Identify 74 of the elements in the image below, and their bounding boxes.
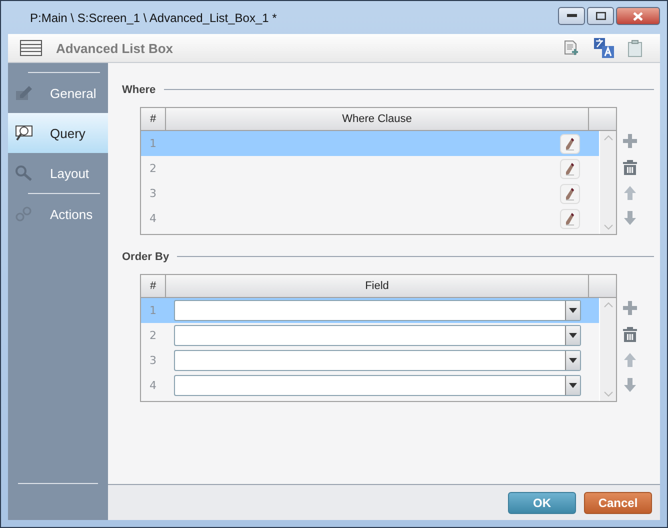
edit-button[interactable] (560, 158, 580, 178)
up-arrow-icon[interactable] (624, 186, 636, 200)
sidebar-item[interactable]: Actions (8, 194, 108, 234)
ok-button[interactable]: OK (508, 492, 576, 514)
down-arrow-icon[interactable] (624, 211, 636, 225)
trash-icon[interactable] (623, 159, 637, 175)
field-dropdown[interactable] (174, 375, 581, 396)
magnifier-icon (15, 165, 33, 181)
table-row[interactable]: 1 (141, 298, 599, 323)
caret-icon (569, 358, 577, 363)
minimize-button[interactable] (558, 7, 585, 25)
table-row[interactable]: 3 (141, 181, 599, 206)
add-icon[interactable] (623, 134, 637, 148)
table-row[interactable]: 2 (141, 323, 599, 348)
clipboard-icon[interactable] (628, 40, 642, 56)
scrollbar[interactable] (599, 298, 616, 401)
dialog-title: Advanced List Box (56, 40, 174, 56)
window-title: P:Main \ S:Screen_1 \ Advanced_List_Box_1 * (30, 10, 278, 24)
link-icon (15, 206, 33, 222)
translate-icon[interactable] (594, 38, 614, 58)
row-number: 4 (148, 379, 158, 392)
cancel-button[interactable]: Cancel (584, 492, 652, 514)
up-arrow-icon[interactable] (624, 353, 636, 367)
sidebar-item[interactable]: General (8, 73, 108, 113)
query-icon (15, 125, 33, 141)
table-row[interactable]: 1 (141, 131, 599, 156)
row-number: 4 (148, 212, 158, 225)
row-number: 1 (148, 304, 158, 317)
edit-button[interactable] (560, 184, 580, 204)
table-row[interactable]: 3 (141, 348, 599, 373)
caret-icon (569, 333, 577, 338)
pencil-icon (565, 136, 575, 150)
down-arrow-icon[interactable] (624, 378, 636, 392)
row-number: 1 (148, 137, 158, 150)
close-button[interactable] (616, 7, 660, 25)
table-row[interactable]: 4 (141, 206, 599, 231)
section-title: Where (122, 84, 156, 96)
row-number: 3 (148, 354, 158, 367)
row-number: 2 (148, 162, 158, 175)
pencil-box-icon (15, 85, 33, 101)
maximize-button[interactable] (587, 7, 614, 25)
field-dropdown[interactable] (174, 325, 581, 346)
table-row[interactable]: 2 (141, 156, 599, 181)
pencil-icon (565, 162, 575, 176)
close-icon (633, 12, 643, 20)
trash-icon[interactable] (623, 326, 637, 342)
column-header: Where Clause (166, 108, 589, 130)
maximize-icon (596, 12, 606, 20)
row-number: 2 (148, 329, 158, 342)
section-title: Order By (122, 250, 170, 262)
column-header: # (141, 108, 166, 130)
scroll-down-icon[interactable] (604, 224, 612, 230)
minimize-icon (566, 14, 576, 18)
caret-icon (569, 383, 577, 388)
table-row[interactable]: 4 (141, 373, 599, 398)
edit-button[interactable] (560, 208, 580, 228)
column-header: # (141, 275, 166, 297)
add-icon[interactable] (623, 301, 637, 315)
scroll-up-icon[interactable] (604, 135, 612, 141)
row-number: 3 (148, 187, 158, 200)
list-icon (20, 40, 42, 56)
scroll-down-icon[interactable] (604, 391, 612, 397)
scrollbar[interactable] (599, 131, 616, 234)
field-dropdown[interactable] (174, 350, 581, 371)
caret-icon (569, 308, 577, 313)
edit-button[interactable] (560, 134, 580, 154)
field-dropdown[interactable] (174, 300, 581, 321)
add-document-icon[interactable] (563, 40, 580, 56)
pencil-icon (565, 186, 575, 200)
pencil-icon (565, 212, 575, 226)
scroll-up-icon[interactable] (604, 302, 612, 308)
sidebar-item[interactable]: Layout (8, 153, 108, 193)
column-header: Field (166, 275, 589, 297)
sidebar-item[interactable]: Query (8, 113, 108, 153)
